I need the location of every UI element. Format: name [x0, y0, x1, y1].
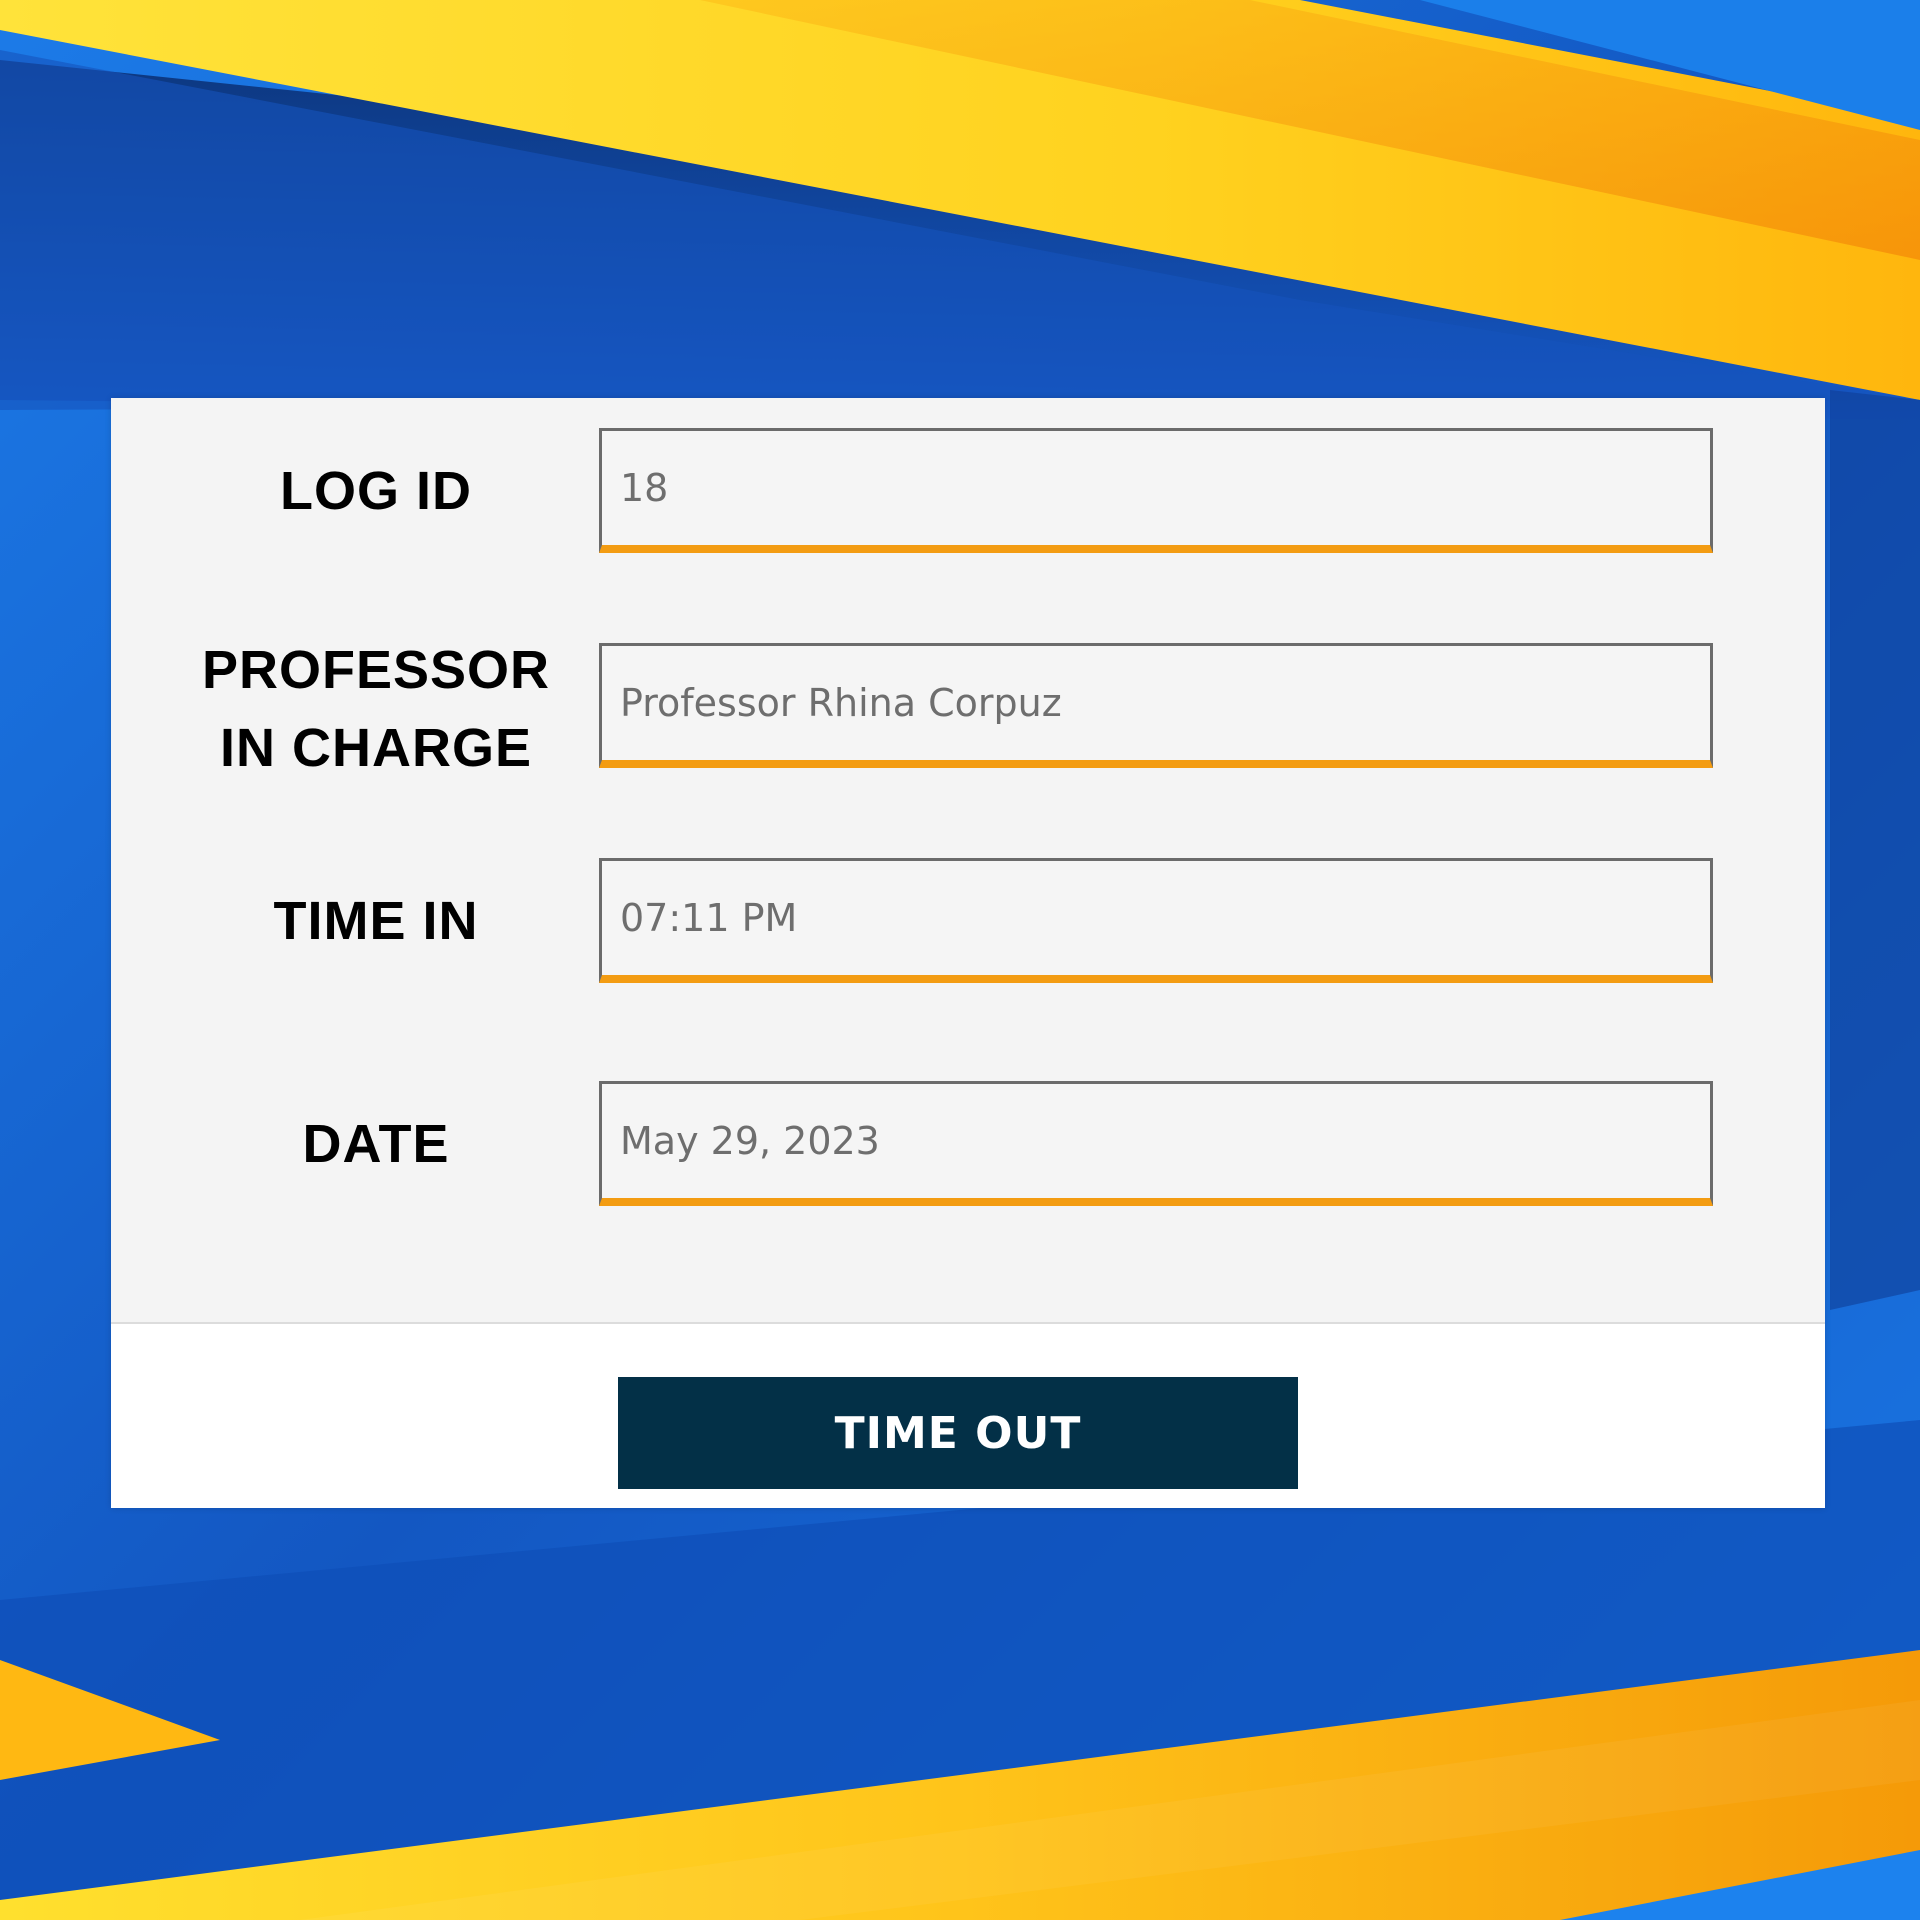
log-id-label-text: LOG ID	[280, 461, 472, 521]
date-field[interactable]	[599, 1081, 1713, 1206]
time-in-row: TIME IN	[111, 858, 1825, 988]
log-id-row: LOG ID	[111, 428, 1825, 558]
log-id-label: LOG ID	[151, 452, 601, 530]
date-label-text: DATE	[302, 1114, 450, 1174]
timeout-form-card: LOG ID PROFESSOR IN CHARGE TIME IN	[111, 398, 1825, 1508]
professor-label-line-2: IN CHARGE	[219, 718, 532, 778]
time-in-label-text: TIME IN	[273, 891, 479, 951]
time-in-label: TIME IN	[151, 882, 601, 960]
professor-label-line-1: PROFESSOR	[201, 640, 551, 700]
form-area: LOG ID PROFESSOR IN CHARGE TIME IN	[111, 398, 1825, 1324]
date-row: DATE	[111, 1081, 1825, 1211]
professor-row: PROFESSOR IN CHARGE	[111, 640, 1825, 778]
professor-input[interactable]	[602, 646, 1710, 760]
professor-label: PROFESSOR IN CHARGE	[151, 631, 601, 787]
date-input[interactable]	[602, 1084, 1710, 1198]
time-in-field[interactable]	[599, 858, 1713, 983]
date-label: DATE	[151, 1105, 601, 1183]
form-footer: TIME OUT	[111, 1324, 1825, 1508]
time-out-button[interactable]: TIME OUT	[618, 1377, 1298, 1489]
time-in-input[interactable]	[602, 861, 1710, 975]
log-id-input[interactable]	[602, 431, 1710, 545]
log-id-field[interactable]	[599, 428, 1713, 553]
professor-field[interactable]	[599, 643, 1713, 768]
